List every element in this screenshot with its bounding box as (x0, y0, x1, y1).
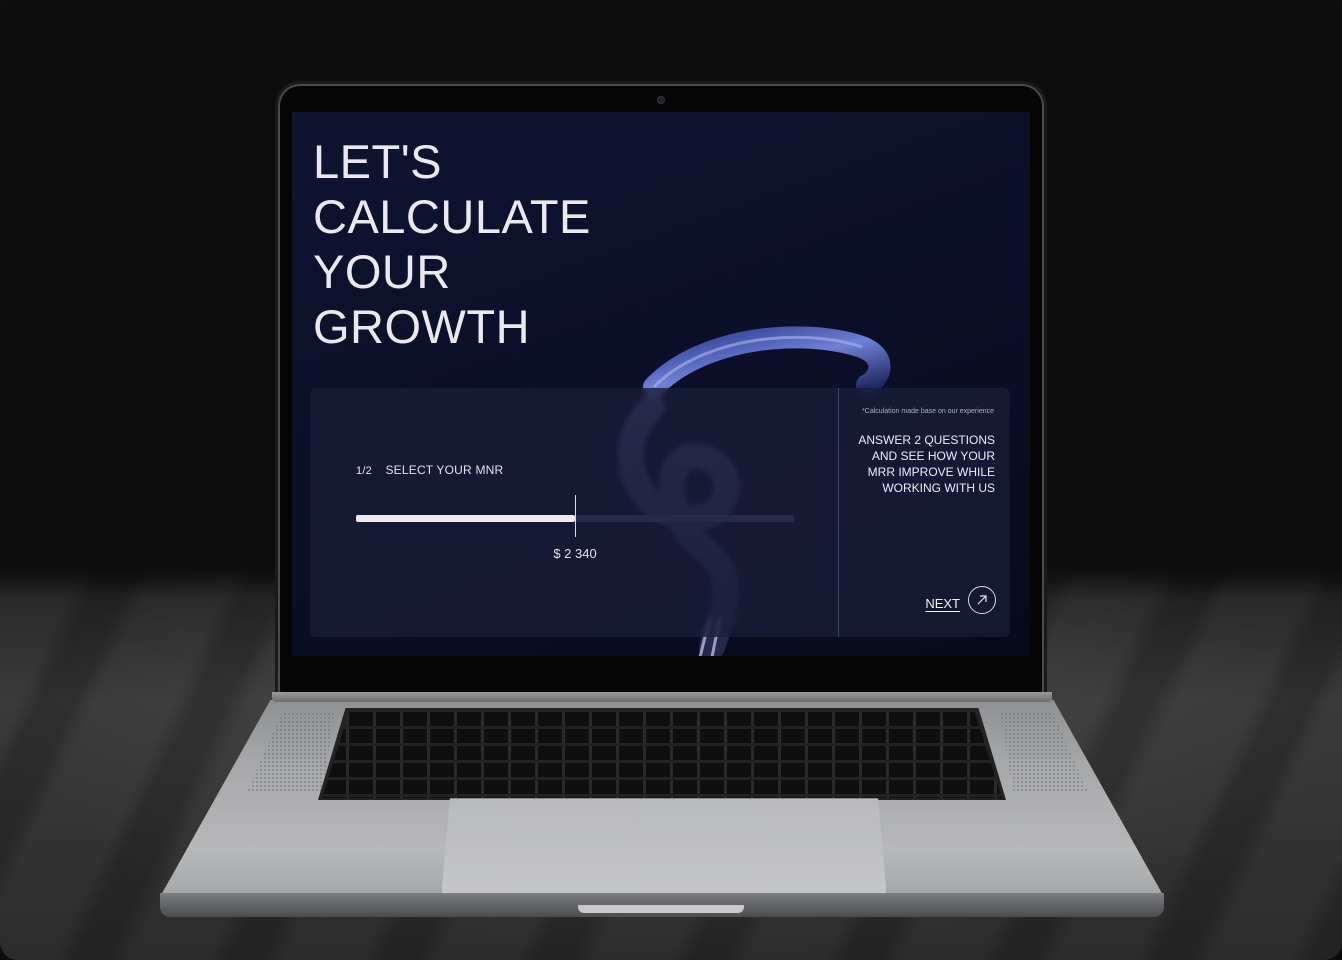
laptop-hinge (272, 692, 1052, 702)
page-title: LET'S CALCULATE YOUR GROWTH (313, 134, 633, 354)
lid-notch (578, 905, 744, 913)
next-link[interactable]: NEXT (925, 596, 960, 611)
calculator-panel: 1/2 SELECT YOUR MNR $ 2 340 *Calculation… (310, 388, 1010, 637)
headline-line: CALCULATE (313, 190, 591, 243)
mrr-slider[interactable] (356, 495, 794, 537)
camera-icon (657, 96, 665, 104)
laptop-screen: LET'S CALCULATE YOUR GROWTH 1/2 SELECT Y… (292, 112, 1030, 656)
cta-description: ANSWER 2 QUESTIONS AND SEE HOW YOUR MRR … (858, 433, 995, 495)
arrow-up-right-icon (977, 595, 987, 605)
trackpad (441, 798, 887, 899)
step-count: 1/2 (356, 465, 372, 477)
calculation-note: *Calculation made base on our experience (862, 408, 994, 415)
next-button[interactable] (968, 586, 996, 614)
keyboard-keys (322, 712, 1002, 798)
step-label: SELECT YOUR MNR (385, 463, 504, 477)
slider-handle[interactable] (575, 495, 576, 537)
slider-value: $ 2 340 (553, 546, 597, 561)
slider-fill (356, 515, 575, 522)
step-indicator: 1/2 SELECT YOUR MNR (356, 463, 503, 477)
headline-line: GROWTH (313, 300, 531, 353)
headline-line: LET'S (313, 135, 443, 188)
headline-line: YOUR (313, 245, 451, 298)
panel-divider (838, 388, 839, 637)
